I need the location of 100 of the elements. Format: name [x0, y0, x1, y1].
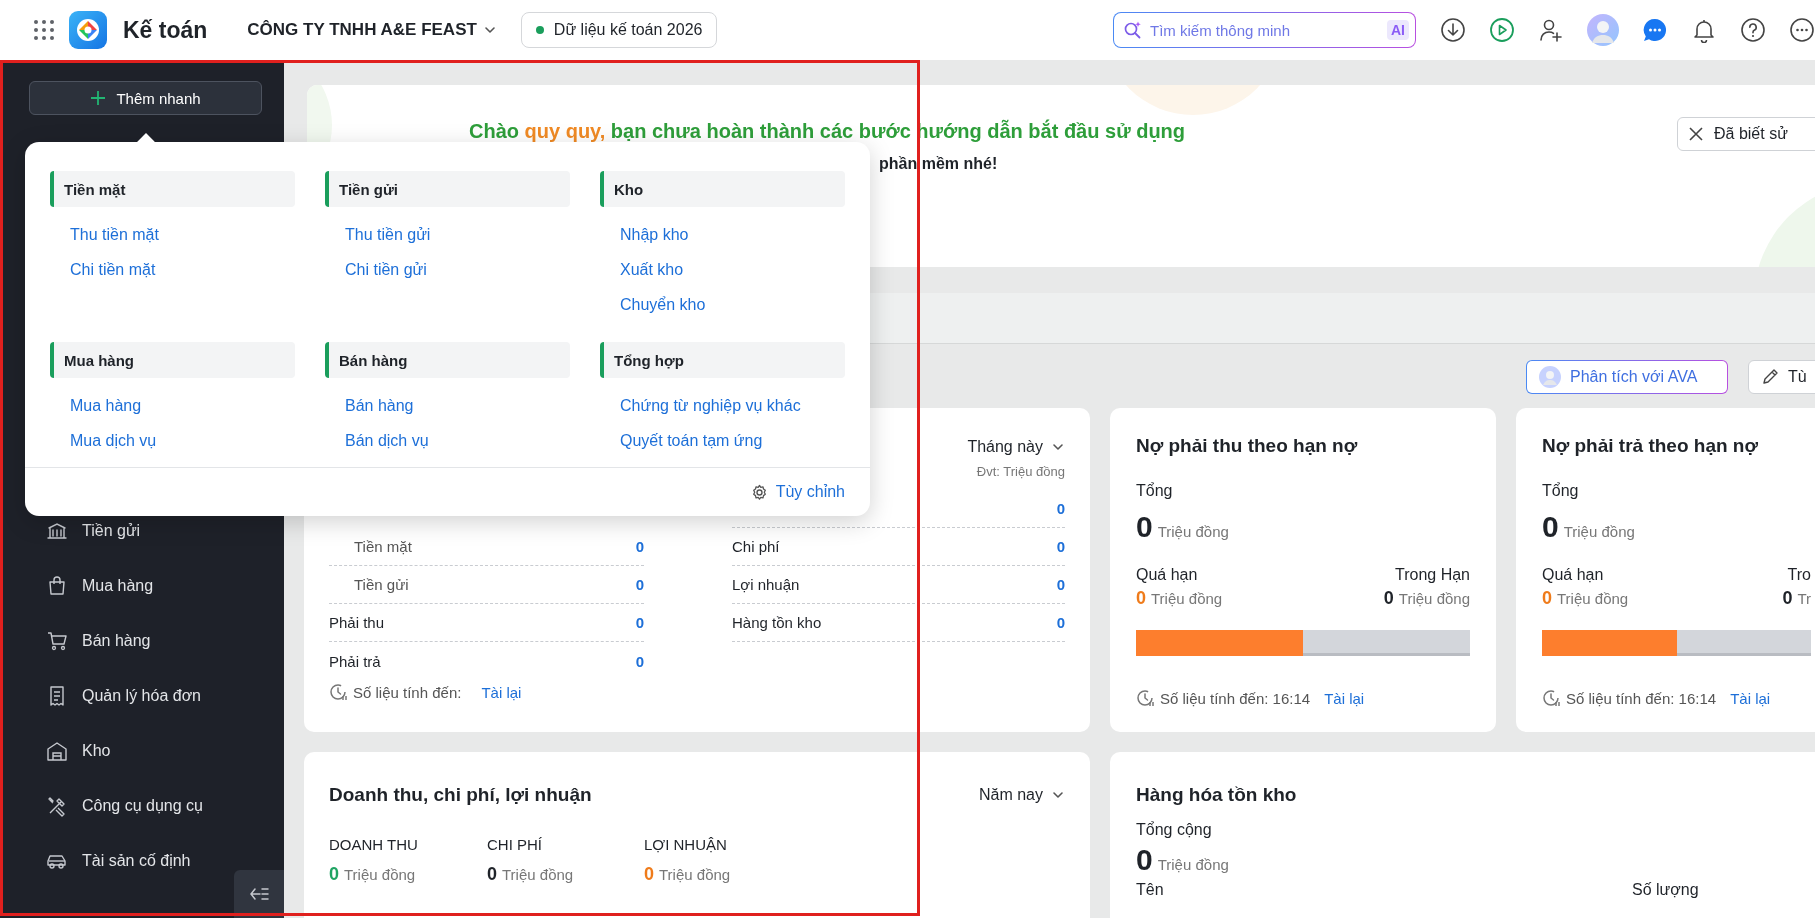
sidebar-item[interactable]: Công cụ dụng cụ — [0, 778, 220, 833]
menu-link[interactable]: Xuất kho — [620, 252, 684, 287]
reload-link[interactable]: Tài lại — [1324, 689, 1365, 707]
row-value: 0 — [635, 576, 644, 593]
sidebar-item[interactable]: Quản lý hóa đơn — [0, 668, 220, 723]
sidebar-item[interactable]: Kho — [0, 723, 220, 778]
menu-link[interactable]: Mua hàng — [70, 388, 142, 423]
in-term-label: Tro — [1787, 566, 1811, 585]
menu-link[interactable]: Quyết toán tạm ứng — [620, 423, 763, 458]
row-value: 0 — [1056, 500, 1065, 517]
section-header: Tổng hợp — [600, 342, 845, 378]
period-dropdown[interactable]: Năm nay — [978, 786, 1065, 804]
metric-value: 0 — [644, 864, 654, 885]
add-user-icon[interactable] — [1538, 17, 1564, 43]
in-term-label: Trong Hạn — [1395, 566, 1470, 585]
app-logo-icon — [69, 11, 107, 49]
download-icon[interactable] — [1440, 17, 1466, 43]
menu-link[interactable]: Chứng từ nghiệp vụ khác — [620, 388, 801, 423]
unit-label: Triệu đồng — [1157, 523, 1229, 540]
unit-label: Triệu đồng — [1157, 856, 1229, 873]
total-label: Tổng cộng — [1136, 821, 1213, 840]
settings-icon — [750, 483, 768, 501]
total-value: 0 — [1136, 845, 1153, 875]
row-value: 0 — [1056, 614, 1065, 631]
overdue-label: Quá hạn — [1136, 566, 1199, 585]
menu-link[interactable]: Chi tiền mặt — [70, 252, 156, 287]
period-dropdown[interactable]: Tháng này — [967, 438, 1065, 456]
greeting-subtext: phần mềm nhé! — [879, 155, 999, 173]
total-value: 0 — [1136, 512, 1153, 542]
timestamp-label: Số liệu tính đến: — [353, 683, 462, 701]
play-icon[interactable] — [1489, 17, 1515, 43]
timestamp-label: Số liệu tính đến: 16:14 — [1160, 689, 1311, 707]
search-icon — [1123, 20, 1143, 40]
reload-link[interactable]: Tài lại — [481, 683, 522, 701]
sidebar-item[interactable]: Tài sản cố định — [0, 833, 220, 888]
unit-label: Triệu đồng — [502, 866, 574, 883]
customize-link[interactable]: Tùy chỉnh — [750, 483, 845, 501]
in-term-value: 0 — [1782, 588, 1793, 609]
data-year-selector[interactable]: Dữ liệu kế toán 2026 — [520, 12, 718, 48]
help-icon[interactable] — [1740, 17, 1766, 43]
sidebar-item[interactable]: Tiền gửi — [0, 503, 220, 558]
apps-grid-icon[interactable] — [33, 19, 55, 41]
menu-link[interactable]: Mua dịch vụ — [70, 423, 157, 458]
column-header: Số lượng — [1632, 881, 1699, 899]
card-title: Nợ phải thu theo hạn nợ — [1136, 434, 1359, 458]
unit-label: Triệu đồng — [1563, 523, 1635, 540]
collapse-sidebar-button[interactable] — [234, 870, 284, 918]
menu-link[interactable]: Bán dịch vụ — [345, 423, 429, 458]
analyze-button[interactable]: Phân tích với AVA — [1526, 360, 1728, 394]
menu-link[interactable]: Thu tiền gửi — [345, 217, 431, 252]
row-value: 0 — [1056, 576, 1065, 593]
total-value: 0 — [1542, 512, 1559, 542]
section-header: Kho — [600, 171, 845, 207]
row-label: Tiền mặt — [353, 538, 412, 555]
card-title: Doanh thu, chi phí, lợi nhuận — [329, 783, 592, 807]
metric-value: 0 — [329, 864, 339, 885]
menu-link[interactable]: Chi tiền gửi — [345, 252, 427, 287]
pencil-icon — [1761, 368, 1779, 386]
total-label: Tổng — [1136, 482, 1174, 501]
reload-link[interactable]: Tài lại — [1730, 689, 1771, 707]
ai-badge: AI — [1387, 20, 1409, 40]
in-term-value: 0 — [1383, 588, 1394, 609]
card-title: Hàng hóa tồn kho — [1136, 783, 1298, 807]
chat-icon[interactable] — [1642, 17, 1668, 43]
avatar-icon — [1539, 366, 1561, 388]
quick-add-button[interactable]: Thêm nhanh — [29, 81, 262, 115]
menu-link[interactable]: Nhập kho — [620, 217, 689, 252]
unit-label: Tr — [1797, 590, 1811, 607]
menu-link[interactable]: Bán hàng — [345, 388, 414, 423]
menu-link[interactable]: Chuyển kho — [620, 287, 706, 322]
row-label: Phải trả — [329, 652, 381, 670]
metric-value: 0 — [487, 864, 497, 885]
unit-label: Triệu đồng — [344, 866, 416, 883]
customize-button[interactable]: Tù — [1748, 360, 1815, 394]
sidebar-item[interactable]: Mua hàng — [0, 558, 220, 613]
warehouse-icon — [46, 739, 68, 762]
company-selector[interactable]: CÔNG TY TNHH A&E FEAST — [247, 20, 497, 40]
total-label: Tổng — [1542, 482, 1580, 501]
metric-label: DOANH THU — [329, 836, 419, 855]
unit-label: Triệu đồng — [1557, 590, 1629, 607]
app-name: Kế toán — [123, 16, 208, 44]
row-value: 0 — [635, 614, 644, 631]
plus-icon — [90, 90, 107, 106]
more-icon[interactable] — [1789, 17, 1815, 43]
card-title: Nợ phải trả theo hạn nợ — [1542, 434, 1759, 458]
notification-bell-icon[interactable] — [1691, 17, 1717, 43]
dismiss-button[interactable]: Đã biết sử — [1677, 117, 1815, 151]
menu-link[interactable]: Thu tiền mặt — [70, 217, 159, 252]
unit-note: Đvt: Triệu đồng — [975, 464, 1065, 480]
section-header: Tiền mặt — [50, 171, 295, 207]
row-value: 0 — [1056, 538, 1065, 555]
section-header: Mua hàng — [50, 342, 295, 378]
row-label: Tiền gửi — [353, 576, 409, 593]
row-label: Lợi nhuận — [732, 576, 800, 593]
section-header: Bán hàng — [325, 342, 570, 378]
sidebar-item[interactable]: Bán hàng — [0, 613, 220, 668]
timestamp-label: Số liệu tính đến: 16:14 — [1566, 689, 1717, 707]
row-label: Phải thu — [329, 614, 385, 631]
close-icon — [1688, 126, 1704, 142]
overdue-value: 0 — [1136, 588, 1146, 609]
